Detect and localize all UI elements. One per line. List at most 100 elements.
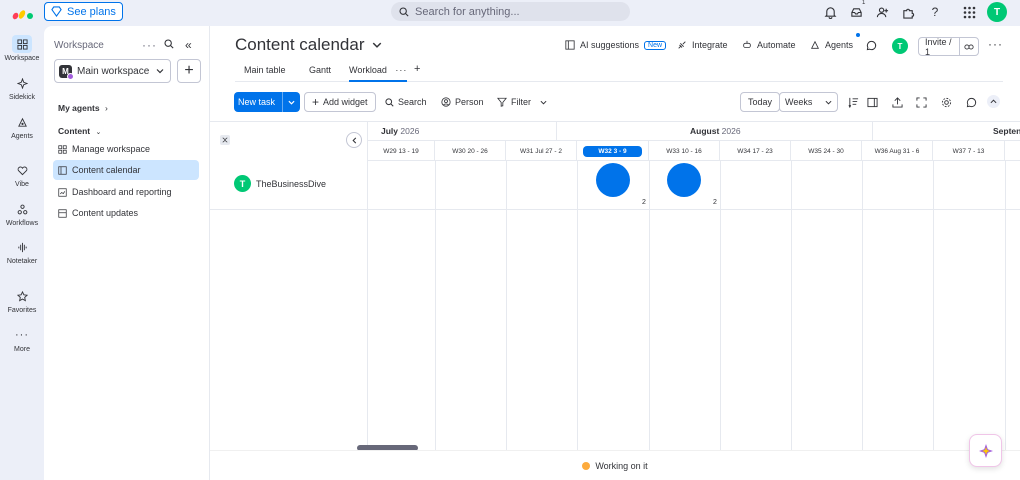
status-legend: Working on it bbox=[210, 450, 1020, 480]
workload-person-row[interactable]: T TheBusinessDive bbox=[234, 175, 326, 192]
person-filter-button[interactable]: Person bbox=[441, 92, 484, 112]
comments-icon[interactable] bbox=[963, 94, 979, 110]
today-button[interactable]: Today bbox=[740, 92, 781, 112]
inbox-icon[interactable]: 1 bbox=[848, 0, 865, 20]
ai-suggestions-button[interactable]: AI suggestions New bbox=[565, 40, 667, 50]
rail-item-vibe[interactable]: Vibe bbox=[0, 161, 44, 188]
updates-chat-icon[interactable] bbox=[866, 40, 877, 51]
sidebar-item-content-updates[interactable]: Content updates bbox=[53, 203, 199, 223]
rail-item-workspace[interactable]: Workspace bbox=[0, 35, 44, 62]
chevron-down-icon: ⌄ bbox=[95, 129, 102, 136]
invite-members-icon[interactable] bbox=[874, 4, 890, 20]
integrate-button[interactable]: Integrate bbox=[677, 40, 728, 50]
search-icon[interactable] bbox=[164, 38, 174, 52]
rail-item-favorites[interactable]: Favorites bbox=[0, 287, 44, 314]
rail-label: Vibe bbox=[15, 181, 29, 188]
sidebar-item-manage-workspace[interactable]: Manage workspace bbox=[53, 139, 199, 159]
grid-line bbox=[435, 161, 436, 451]
tab-more-icon[interactable]: ··· bbox=[395, 65, 407, 75]
tab-main-table[interactable]: Main table bbox=[244, 65, 286, 75]
workload-bubble-w33[interactable] bbox=[667, 163, 701, 197]
more-options-icon[interactable]: ··· bbox=[142, 38, 157, 52]
week-label: W33 10 - 16 bbox=[666, 147, 702, 155]
board-icon bbox=[58, 208, 67, 218]
board-more-icon[interactable]: ··· bbox=[988, 37, 1003, 51]
week-cell: W35 24 - 30 bbox=[791, 141, 862, 161]
timescale-select[interactable]: Weeks bbox=[779, 92, 838, 112]
new-task-button[interactable]: New task bbox=[234, 92, 301, 112]
workload-bubble-w32[interactable] bbox=[596, 163, 630, 197]
inbox-count: 1 bbox=[862, 0, 866, 6]
grid-line bbox=[791, 161, 792, 451]
collapse-sidebar-icon[interactable]: « bbox=[185, 38, 192, 52]
rail-item-notetaker[interactable]: Notetaker bbox=[0, 238, 44, 265]
fullscreen-icon[interactable] bbox=[913, 94, 929, 110]
sidebar-item-content-calendar[interactable]: Content calendar bbox=[53, 160, 199, 180]
user-avatar[interactable]: T bbox=[987, 2, 1007, 22]
board-member-avatar[interactable]: T bbox=[892, 38, 908, 54]
scroll-left-button[interactable] bbox=[346, 132, 362, 148]
plus-icon: + bbox=[312, 95, 320, 109]
monday-logo-icon[interactable] bbox=[12, 6, 34, 20]
integrate-label: Integrate bbox=[692, 40, 728, 50]
sort-icon[interactable] bbox=[845, 94, 861, 110]
sidebar-item-label: Content calendar bbox=[72, 165, 141, 175]
content-folder[interactable]: Content ⌄ bbox=[58, 126, 101, 136]
automate-button[interactable]: Automate bbox=[742, 40, 796, 50]
tab-workload[interactable]: Workload ··· bbox=[349, 65, 408, 82]
columns-icon[interactable] bbox=[864, 94, 880, 110]
add-view-icon[interactable]: + bbox=[414, 63, 420, 75]
my-agents-section[interactable]: My agents › bbox=[58, 103, 108, 113]
workspace-badge: M bbox=[59, 64, 74, 80]
week-cell: W33 10 - 16 bbox=[649, 141, 720, 161]
workload-timeline: July 2026 August 2026 Septen W29 13 - 19 bbox=[368, 122, 1020, 451]
rail-item-more[interactable]: ··· More bbox=[0, 326, 44, 353]
my-agents-label: My agents bbox=[58, 103, 100, 113]
month-name: July bbox=[381, 126, 399, 136]
rail-label: Favorites bbox=[7, 307, 37, 314]
workspace-selector[interactable]: M Main workspace bbox=[54, 59, 171, 83]
week-cell: W29 13 - 19 bbox=[368, 141, 435, 161]
tab-gantt[interactable]: Gantt bbox=[309, 65, 331, 75]
sidekick-icon bbox=[12, 74, 32, 92]
copy-link-icon[interactable] bbox=[959, 38, 978, 55]
rail-item-workflows[interactable]: Workflows bbox=[0, 200, 44, 227]
rail-item-agents[interactable]: Agents bbox=[0, 113, 44, 140]
rail-label: Notetaker bbox=[6, 258, 38, 265]
help-icon[interactable]: ? bbox=[927, 4, 943, 20]
see-plans-button[interactable]: See plans bbox=[44, 2, 123, 21]
add-item-button[interactable]: + bbox=[177, 59, 201, 83]
add-widget-button[interactable]: + Add widget bbox=[304, 92, 376, 112]
agents-label: Agents bbox=[825, 40, 854, 50]
agents-button[interactable]: Agents bbox=[810, 33, 860, 50]
invite-button[interactable]: Invite / 1 bbox=[918, 37, 979, 57]
add-widget-label: Add widget bbox=[323, 97, 368, 107]
week-label: W32 3 - 9 bbox=[583, 145, 642, 157]
week-cell: W34 17 - 23 bbox=[720, 141, 791, 161]
new-badge: New bbox=[644, 40, 667, 50]
rail-item-sidekick[interactable]: Sidekick bbox=[0, 74, 44, 101]
chevron-down-icon[interactable] bbox=[282, 92, 300, 112]
filter-button[interactable]: Filter bbox=[497, 92, 547, 112]
collapse-all-icon[interactable] bbox=[220, 135, 230, 145]
board-title[interactable]: Content calendar bbox=[235, 35, 382, 55]
workspace-icon bbox=[12, 35, 32, 53]
global-search[interactable] bbox=[391, 2, 630, 21]
filter-icon bbox=[497, 97, 507, 107]
collapse-header-icon[interactable] bbox=[987, 95, 1000, 108]
rail-label: More bbox=[14, 346, 30, 353]
top-bar: See plans 1 ? T bbox=[0, 0, 1020, 26]
month-label-july: July 2026 bbox=[381, 126, 419, 136]
grid-line bbox=[506, 161, 507, 451]
sidebar-item-dashboard[interactable]: Dashboard and reporting bbox=[53, 182, 199, 202]
settings-gear-icon[interactable] bbox=[938, 94, 954, 110]
ai-assistant-button[interactable] bbox=[969, 434, 1002, 467]
export-icon[interactable] bbox=[889, 94, 905, 110]
app-grid-icon[interactable] bbox=[961, 4, 977, 20]
apps-puzzle-icon[interactable] bbox=[900, 4, 916, 20]
bell-icon[interactable] bbox=[822, 4, 838, 20]
sidebar-item-label: Manage workspace bbox=[72, 144, 151, 154]
search-button[interactable]: Search bbox=[385, 92, 427, 112]
person-icon bbox=[441, 97, 451, 107]
global-search-input[interactable] bbox=[415, 5, 615, 18]
